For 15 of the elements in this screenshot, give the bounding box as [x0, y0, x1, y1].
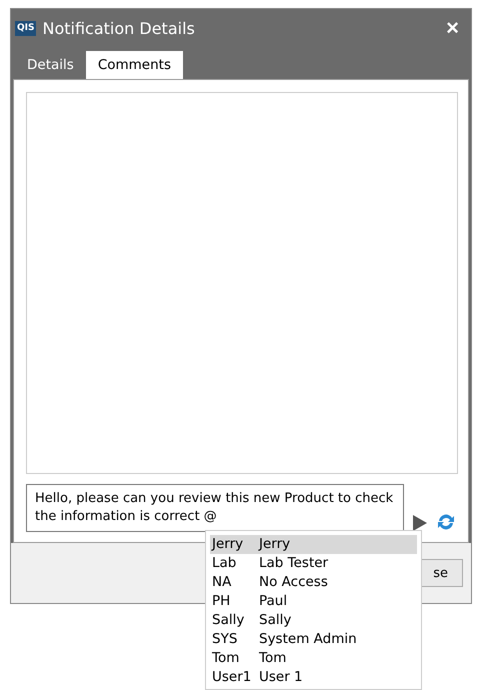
tab[interactable]: Details [15, 51, 86, 79]
mention-item[interactable]: NA No Access [210, 573, 417, 592]
mention-item[interactable]: PH Paul [210, 592, 417, 611]
mention-item[interactable]: SYS System Admin [210, 630, 417, 649]
mention-item[interactable]: Lab Lab Tester [210, 554, 417, 573]
mention-item[interactable]: Tom Tom [210, 649, 417, 668]
send-icon[interactable] [412, 514, 428, 532]
close-button[interactable]: × [440, 15, 465, 41]
mention-item[interactable]: Jerry Jerry [210, 535, 417, 554]
refresh-icon[interactable] [436, 512, 456, 532]
mention-item[interactable]: Sally Sally [210, 611, 417, 630]
window-title: Notification Details [42, 18, 196, 38]
app-logo: QIS [15, 20, 36, 36]
mention-item[interactable]: User1 User 1 [210, 668, 417, 687]
tab[interactable]: Comments [86, 51, 183, 79]
